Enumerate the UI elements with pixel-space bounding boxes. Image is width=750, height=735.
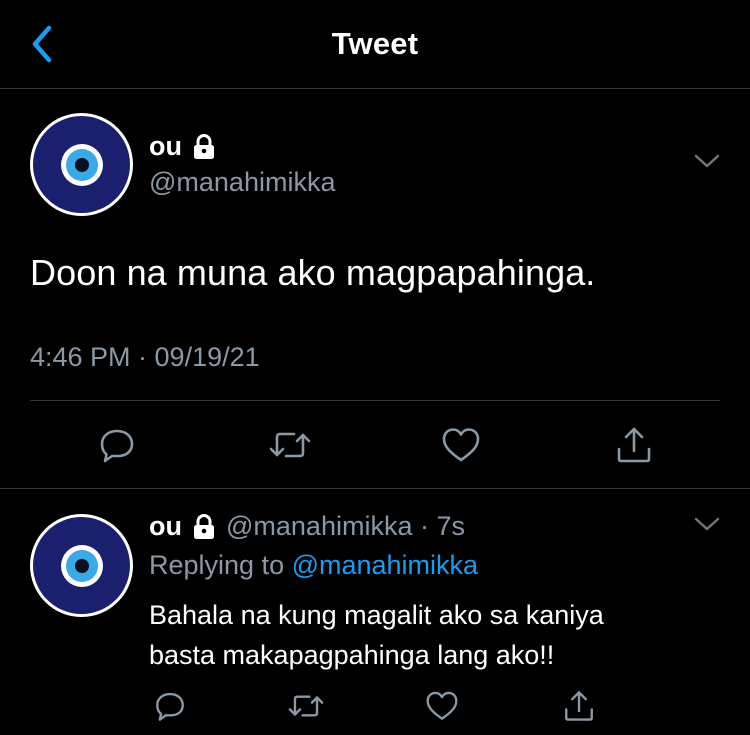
handle-and-time[interactable]: @manahimikka · 7s [226,511,465,542]
like-button[interactable] [439,423,483,467]
avatar[interactable] [30,113,133,216]
tweet-timestamp[interactable]: 4:46 PM · 09/19/21 [30,342,260,373]
chevron-down-icon[interactable] [693,515,721,533]
reply-text: Bahala na kung magalit ako sa kaniya bas… [149,595,709,675]
author-handle[interactable]: @manahimikka [149,167,335,198]
lock-icon [194,513,214,539]
share-icon [565,691,593,721]
heart-icon [426,691,458,720]
share-button[interactable] [559,686,599,726]
reply-button[interactable] [95,423,139,467]
divider [0,488,750,489]
display-name[interactable]: ou [149,511,182,542]
lock-icon [194,133,214,159]
chevron-down-icon[interactable] [693,152,721,170]
share-icon [617,427,651,463]
avatar[interactable] [30,514,133,617]
replying-to-link[interactable]: @manahimikka [292,550,478,580]
retweet-button[interactable] [268,423,312,467]
reply-icon [156,692,184,721]
tweet-text: Doon na muna ako magpapahinga. [30,252,596,293]
author-name-row: ou [149,131,216,162]
replying-to-label: Replying to [149,550,292,580]
display-name[interactable]: ou [149,131,182,162]
reply-text-line: basta makapagpahinga lang ako!! [149,640,555,670]
retweet-icon [288,695,324,717]
top-bar: Tweet [0,0,750,89]
reply-text-line: Bahala na kung magalit ako sa kaniya [149,600,604,630]
heart-icon [442,428,480,462]
reply-author-row: ou @manahimikka · 7s [149,511,465,542]
tweet-detail-page: Tweet ou @manahimikka Doon na muna ako m… [0,0,750,735]
reply-icon [100,429,134,463]
share-button[interactable] [612,423,656,467]
divider [30,400,720,401]
page-title: Tweet [331,26,419,61]
replying-to-line: Replying to @manahimikka [149,550,478,581]
retweet-button[interactable] [286,686,326,726]
like-button[interactable] [422,686,462,726]
retweet-icon [269,432,311,458]
reply-button[interactable] [150,686,190,726]
